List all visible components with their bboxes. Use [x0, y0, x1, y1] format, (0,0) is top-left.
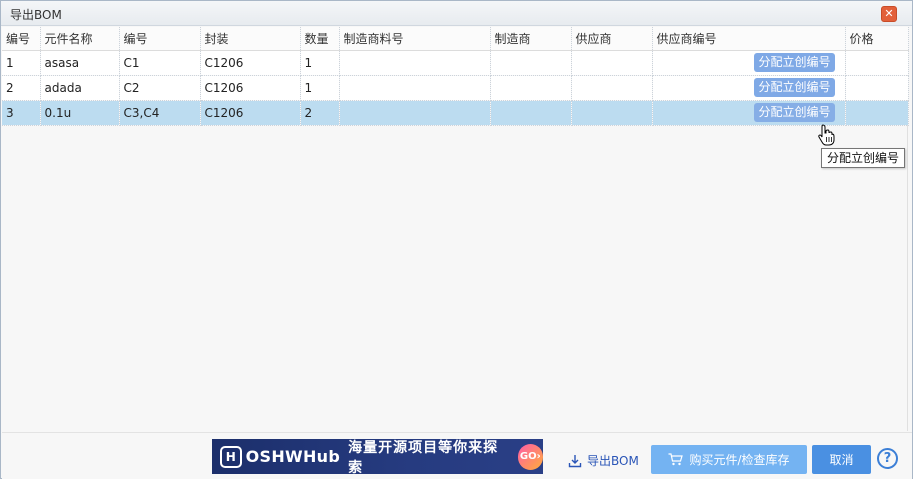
dialog-titlebar: 导出BOM ✕	[1, 1, 912, 26]
cell-supplier-no: 分配立创编号	[652, 75, 846, 101]
cell-package: C1206	[200, 50, 301, 76]
column-header-package[interactable]: 封装	[200, 27, 301, 51]
close-icon[interactable]: ✕	[881, 6, 897, 22]
banner-go-button[interactable]: GO›	[517, 443, 543, 470]
cell-qty: 2	[300, 100, 340, 126]
cell-name: adada	[40, 75, 120, 101]
cell-designator: C3,C4	[119, 100, 201, 126]
column-header-qty[interactable]: 数量	[300, 27, 340, 51]
column-header-designator[interactable]: 编号	[119, 27, 201, 51]
cell-name: asasa	[40, 50, 120, 76]
dialog-footer: H OSHWHub 海量开源项目等你来探索 GO› 导出BOM 购买元件/检查库…	[2, 432, 912, 479]
buy-components-label: 购买元件/检查库存	[689, 453, 790, 467]
assign-lcsc-number-button[interactable]: 分配立创编号	[754, 103, 835, 122]
banner-brand: OSHWHub	[245, 447, 341, 466]
cell-price	[845, 75, 909, 101]
dialog-title: 导出BOM	[10, 8, 62, 22]
cell-index: 1	[2, 50, 41, 76]
oshwhub-logo-icon: H	[220, 445, 242, 468]
cell-supplier-no: 分配立创编号	[652, 100, 846, 126]
cell-mfr[interactable]	[490, 100, 572, 126]
cell-mfr-part[interactable]	[339, 50, 491, 76]
cell-supplier-no: 分配立创编号	[652, 50, 846, 76]
cell-index: 2	[2, 75, 41, 101]
cell-mfr-part[interactable]	[339, 100, 491, 126]
bom-table-container: 编号 元件名称 编号 封装 数量 制造商料号 制造商 供应商 供应商编号 价格 …	[2, 27, 909, 431]
cart-icon	[668, 453, 684, 466]
cell-designator: C2	[119, 75, 201, 101]
export-bom-dialog: 导出BOM ✕ 编号 元件名称 编号 封装 数量 制造商料号 制造商 供应商 供…	[0, 0, 913, 479]
tooltip: 分配立创编号	[821, 148, 906, 168]
cell-mfr[interactable]	[490, 50, 572, 76]
cell-price	[845, 100, 909, 126]
help-icon[interactable]: ?	[877, 448, 898, 469]
cell-supplier[interactable]	[571, 100, 653, 126]
cell-designator: C1	[119, 50, 201, 76]
column-header-mfr[interactable]: 制造商	[490, 27, 572, 51]
table-row[interactable]: 1 asasa C1 C1206 1 分配立创编号	[2, 50, 909, 76]
cell-package: C1206	[200, 75, 301, 101]
column-header-mfr-part[interactable]: 制造商料号	[339, 27, 491, 51]
table-row[interactable]: 2 adada C2 C1206 1 分配立创编号	[2, 75, 909, 101]
column-header-supplier[interactable]: 供应商	[571, 27, 653, 51]
cell-mfr-part[interactable]	[339, 75, 491, 101]
cell-index: 3	[2, 100, 41, 126]
column-header-supplier-no[interactable]: 供应商编号	[652, 27, 846, 51]
bom-table: 编号 元件名称 编号 封装 数量 制造商料号 制造商 供应商 供应商编号 价格 …	[2, 27, 909, 126]
column-header-price[interactable]: 价格	[845, 27, 909, 51]
cell-qty: 1	[300, 50, 340, 76]
table-row-selected[interactable]: 3 0.1u C3,C4 C1206 2 分配立创编号	[2, 100, 909, 126]
export-bom-label: 导出BOM	[587, 454, 639, 468]
cell-qty: 1	[300, 75, 340, 101]
buy-components-button[interactable]: 购买元件/检查库存	[651, 445, 807, 474]
assign-lcsc-number-button[interactable]: 分配立创编号	[754, 78, 835, 97]
hand-cursor-icon	[818, 124, 835, 146]
cell-mfr[interactable]	[490, 75, 572, 101]
cancel-button[interactable]: 取消	[812, 445, 871, 474]
export-bom-button[interactable]: 导出BOM	[568, 452, 639, 469]
column-header-name[interactable]: 元件名称	[40, 27, 120, 51]
cell-name: 0.1u	[40, 100, 120, 126]
oshwhub-ad-banner[interactable]: H OSHWHub 海量开源项目等你来探索 GO›	[212, 439, 543, 476]
cell-supplier[interactable]	[571, 75, 653, 101]
table-header-row: 编号 元件名称 编号 封装 数量 制造商料号 制造商 供应商 供应商编号 价格	[2, 27, 909, 51]
cell-supplier[interactable]	[571, 50, 653, 76]
download-icon	[568, 454, 582, 467]
banner-slogan: 海量开源项目等你来探索	[348, 439, 499, 476]
assign-lcsc-number-button[interactable]: 分配立创编号	[754, 53, 835, 72]
cell-package: C1206	[200, 100, 301, 126]
cell-price	[845, 50, 909, 76]
column-header-index[interactable]: 编号	[2, 27, 41, 51]
